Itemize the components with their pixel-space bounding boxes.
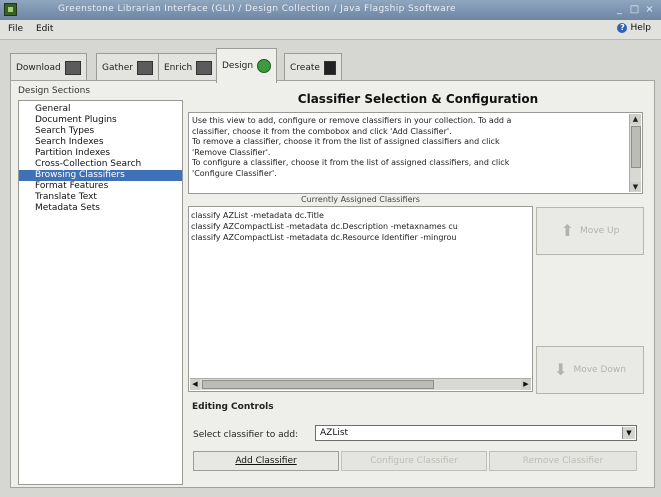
window-title: Greenstone Librarian Interface (GLI) / D…	[58, 4, 456, 14]
instructions-text: Use this view to add, configure or remov…	[192, 116, 624, 179]
classifier-row[interactable]: classify AZList -metadata dc.Title	[191, 211, 324, 221]
classifier-row[interactable]: classify AZCompactList -metadata dc.Desc…	[191, 222, 458, 232]
design-sections-list[interactable]: General Document Plugins Search Types Se…	[18, 100, 183, 485]
menu-edit[interactable]: Edit	[36, 24, 53, 34]
scroll-down-icon[interactable]: ▼	[630, 182, 641, 192]
design-sections-title: Design Sections	[18, 86, 91, 96]
remove-classifier-button[interactable]: Remove Classifier	[489, 451, 637, 471]
configure-classifier-label: Configure Classifier	[370, 456, 458, 466]
section-item-search-indexes[interactable]: Search Indexes	[19, 137, 182, 148]
tab-design-label: Design	[222, 61, 254, 71]
window-titlebar: Greenstone Librarian Interface (GLI) / D…	[0, 0, 661, 20]
help-icon: ?	[617, 23, 628, 33]
arrow-down-icon: ⬇	[554, 360, 568, 379]
instructions-line: Use this view to add, configure or remov…	[192, 116, 512, 125]
section-item-format-features[interactable]: Format Features	[19, 181, 182, 192]
section-item-translate-text[interactable]: Translate Text	[19, 192, 182, 203]
move-up-label: Move Up	[580, 226, 620, 236]
design-icon	[257, 59, 272, 73]
tab-create[interactable]: Create	[284, 53, 342, 82]
chevron-down-icon[interactable]: ▼	[622, 427, 635, 439]
app-icon	[4, 3, 17, 16]
classifier-select-value: AZList	[320, 428, 349, 438]
menu-file[interactable]: File	[8, 24, 23, 34]
gather-icon	[136, 61, 153, 75]
section-item-general[interactable]: General	[19, 104, 182, 115]
section-item-browsing-classifiers[interactable]: Browsing Classifiers	[19, 170, 182, 181]
tab-download-label: Download	[16, 63, 61, 73]
add-classifier-label: Add Classifier	[235, 456, 297, 466]
scroll-thumb[interactable]	[202, 380, 434, 389]
tab-enrich[interactable]: Enrich	[158, 53, 219, 82]
editing-controls-title: Editing Controls	[192, 402, 274, 412]
arrow-up-icon: ⬆	[560, 221, 575, 240]
tab-design[interactable]: Design	[216, 48, 278, 83]
tab-create-label: Create	[290, 63, 320, 73]
section-item-metadata-sets[interactable]: Metadata Sets	[19, 203, 182, 214]
help-label: Help	[630, 23, 651, 33]
menu-bar: File Edit ? Help	[0, 20, 661, 40]
maximize-icon[interactable]: □	[628, 3, 641, 16]
instructions-line: 'Configure Classifier'.	[192, 168, 277, 178]
move-down-label: Move Down	[573, 365, 626, 375]
instructions-line: classifier, choose it from the combobox …	[192, 126, 452, 136]
enrich-icon	[196, 61, 213, 75]
scroll-thumb[interactable]	[631, 126, 641, 168]
instructions-scrollbar[interactable]: ▲ ▼	[629, 114, 641, 192]
scroll-right-icon[interactable]: ▶	[521, 379, 531, 390]
help-button[interactable]: ? Help	[617, 23, 651, 33]
classifier-select[interactable]: AZList ▼	[315, 425, 637, 441]
assigned-horizontal-scrollbar[interactable]: ◀ ▶	[190, 378, 531, 390]
classifier-row[interactable]: classify AZCompactList -metadata dc.Reso…	[191, 233, 456, 243]
remove-classifier-label: Remove Classifier	[522, 456, 604, 466]
download-icon	[64, 61, 81, 75]
tab-gather-label: Gather	[102, 63, 133, 73]
move-down-button[interactable]: ⬇ Move Down	[536, 346, 644, 394]
assigned-classifiers-title: Currently Assigned Classifiers	[301, 195, 420, 204]
scroll-left-icon[interactable]: ◀	[190, 379, 200, 390]
add-classifier-button[interactable]: Add Classifier	[193, 451, 339, 471]
instructions-line: To remove a classifier, choose it from t…	[192, 137, 500, 146]
create-icon	[323, 61, 336, 75]
section-item-search-types[interactable]: Search Types	[19, 126, 182, 137]
tab-download[interactable]: Download	[10, 53, 87, 82]
close-icon[interactable]: ×	[643, 3, 656, 16]
configure-classifier-button[interactable]: Configure Classifier	[341, 451, 487, 471]
minimize-icon[interactable]: _	[613, 3, 626, 16]
instructions-line: To configure a classifier, choose it fro…	[192, 158, 510, 167]
scroll-up-icon[interactable]: ▲	[630, 114, 641, 124]
move-up-button[interactable]: ⬆ Move Up	[536, 207, 644, 255]
section-item-document-plugins[interactable]: Document Plugins	[19, 115, 182, 126]
instructions-line: 'Remove Classifier'.	[192, 147, 271, 157]
section-item-cross-collection-search[interactable]: Cross-Collection Search	[19, 159, 182, 170]
section-item-partition-indexes[interactable]: Partition Indexes	[19, 148, 182, 159]
tab-gather[interactable]: Gather	[96, 53, 159, 82]
assigned-classifiers-list[interactable]: classify AZList -metadata dc.Title class…	[188, 206, 533, 392]
instructions-box: Use this view to add, configure or remov…	[188, 112, 643, 194]
classifier-select-label: Select classifier to add:	[193, 430, 299, 440]
tab-enrich-label: Enrich	[164, 63, 193, 73]
page-title: Classifier Selection & Configuration	[297, 92, 539, 106]
